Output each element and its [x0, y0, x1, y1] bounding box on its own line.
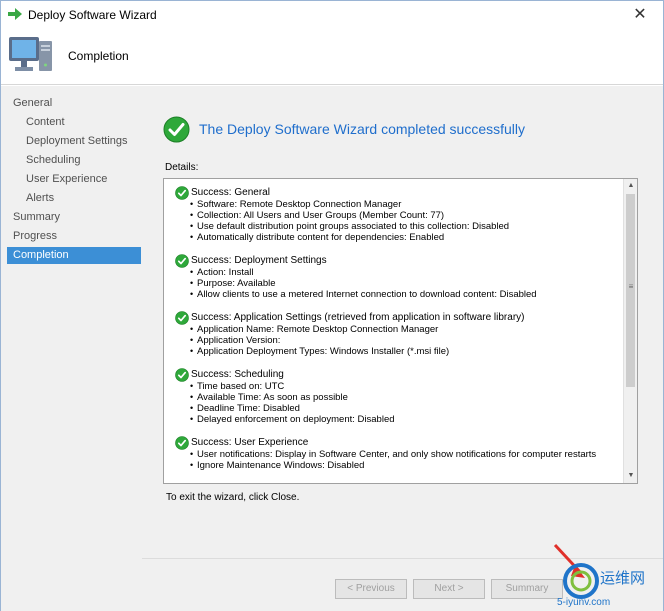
- next-button[interactable]: Next >: [413, 579, 485, 599]
- details-section: Success: User ExperienceUser notificatio…: [173, 436, 623, 471]
- wizard-header: Completion: [1, 29, 663, 85]
- sidebar-item-progress[interactable]: Progress: [13, 228, 57, 245]
- scroll-down-arrow-icon[interactable]: ▼: [624, 469, 637, 483]
- section-title-text: Success: General: [191, 187, 270, 198]
- success-check-icon: [175, 436, 189, 450]
- details-scrollbar[interactable]: ▲ ≡ ▼: [623, 179, 637, 483]
- window-title: Deploy Software Wizard: [28, 8, 157, 22]
- section-title-text: Success: Scheduling: [191, 369, 284, 380]
- section-title: Success: Deployment Settings: [173, 254, 623, 268]
- detail-line: Time based on: UTC: [173, 381, 623, 392]
- section-title: Success: Scheduling: [173, 368, 623, 382]
- sidebar-item-user-experience[interactable]: User Experience: [26, 171, 107, 188]
- success-check-icon: [175, 368, 189, 382]
- detail-line: User notifications: Display in Software …: [173, 449, 623, 460]
- detail-line: Allow clients to use a metered Internet …: [173, 289, 623, 300]
- section-title-text: Success: Application Settings (retrieved…: [191, 312, 525, 323]
- watermark-logo: 运维网 5-iyunv.com: [553, 543, 645, 608]
- success-check-icon: [175, 186, 189, 200]
- section-title-text: Success: User Experience: [191, 437, 309, 448]
- wizard-sidebar: General Content Deployment Settings Sche…: [1, 86, 142, 611]
- detail-line: Software: Remote Desktop Connection Mana…: [173, 199, 623, 210]
- detail-line: Use default distribution point groups as…: [173, 221, 623, 232]
- sidebar-item-scheduling[interactable]: Scheduling: [26, 152, 80, 169]
- title-bar: Deploy Software Wizard ✕: [1, 1, 663, 29]
- sidebar-item-alerts[interactable]: Alerts: [26, 190, 54, 207]
- detail-line: Available Time: As soon as possible: [173, 392, 623, 403]
- watermark-text: 运维网: [600, 569, 645, 587]
- detail-line: Delayed enforcement on deployment: Disab…: [173, 414, 623, 425]
- detail-line: Purpose: Available: [173, 278, 623, 289]
- main-panel: The Deploy Software Wizard completed suc…: [142, 86, 663, 558]
- detail-line: Automatically distribute content for dep…: [173, 232, 623, 243]
- computer-icon: [9, 37, 52, 71]
- success-check-icon: [175, 311, 189, 325]
- section-title: Success: Application Settings (retrieved…: [173, 311, 623, 325]
- section-title-text: Success: Deployment Settings: [191, 255, 327, 266]
- detail-line: Ignore Maintenance Windows: Disabled: [173, 460, 623, 471]
- sidebar-item-summary[interactable]: Summary: [13, 209, 60, 226]
- detail-line: Application Name: Remote Desktop Connect…: [173, 324, 623, 335]
- wizard-arrow-icon: [8, 8, 22, 20]
- details-box[interactable]: Success: GeneralSoftware: Remote Desktop…: [163, 178, 638, 484]
- success-check-icon: [175, 254, 189, 268]
- detail-line: Action: Install: [173, 267, 623, 278]
- section-title: Success: User Experience: [173, 436, 623, 450]
- details-content: Success: GeneralSoftware: Remote Desktop…: [173, 186, 623, 483]
- details-section: Success: Deployment SettingsAction: Inst…: [173, 254, 623, 300]
- sidebar-item-content[interactable]: Content: [26, 114, 65, 131]
- close-window-button[interactable]: ✕: [617, 1, 663, 29]
- details-section: Success: SchedulingTime based on: UTCAva…: [173, 368, 623, 425]
- watermark-subtext: 5-iyunv.com: [557, 597, 610, 608]
- scrollbar-grip-icon: ≡: [628, 282, 634, 291]
- details-section: Success: Application Settings (retrieved…: [173, 311, 623, 357]
- success-check-icon: [163, 116, 190, 143]
- section-title: Success: General: [173, 186, 623, 200]
- sidebar-item-completion[interactable]: Completion: [7, 247, 141, 264]
- sidebar-item-general[interactable]: General: [13, 95, 52, 112]
- previous-button[interactable]: < Previous: [335, 579, 407, 599]
- sidebar-item-deployment-settings[interactable]: Deployment Settings: [26, 133, 128, 150]
- exit-hint: To exit the wizard, click Close.: [166, 492, 300, 503]
- detail-line: Application Version:: [173, 335, 623, 346]
- success-heading: The Deploy Software Wizard completed suc…: [199, 121, 526, 137]
- detail-line: Collection: All Users and User Groups (M…: [173, 210, 623, 221]
- details-section: Success: GeneralSoftware: Remote Desktop…: [173, 186, 623, 243]
- details-label: Details:: [165, 162, 199, 173]
- detail-line: Application Deployment Types: Windows In…: [173, 346, 623, 357]
- detail-line: Deadline Time: Disabled: [173, 403, 623, 414]
- wizard-window: Deploy Software Wizard ✕ Completion Gene…: [0, 0, 664, 611]
- scroll-up-arrow-icon[interactable]: ▲: [624, 179, 637, 193]
- page-heading: Completion: [68, 49, 129, 63]
